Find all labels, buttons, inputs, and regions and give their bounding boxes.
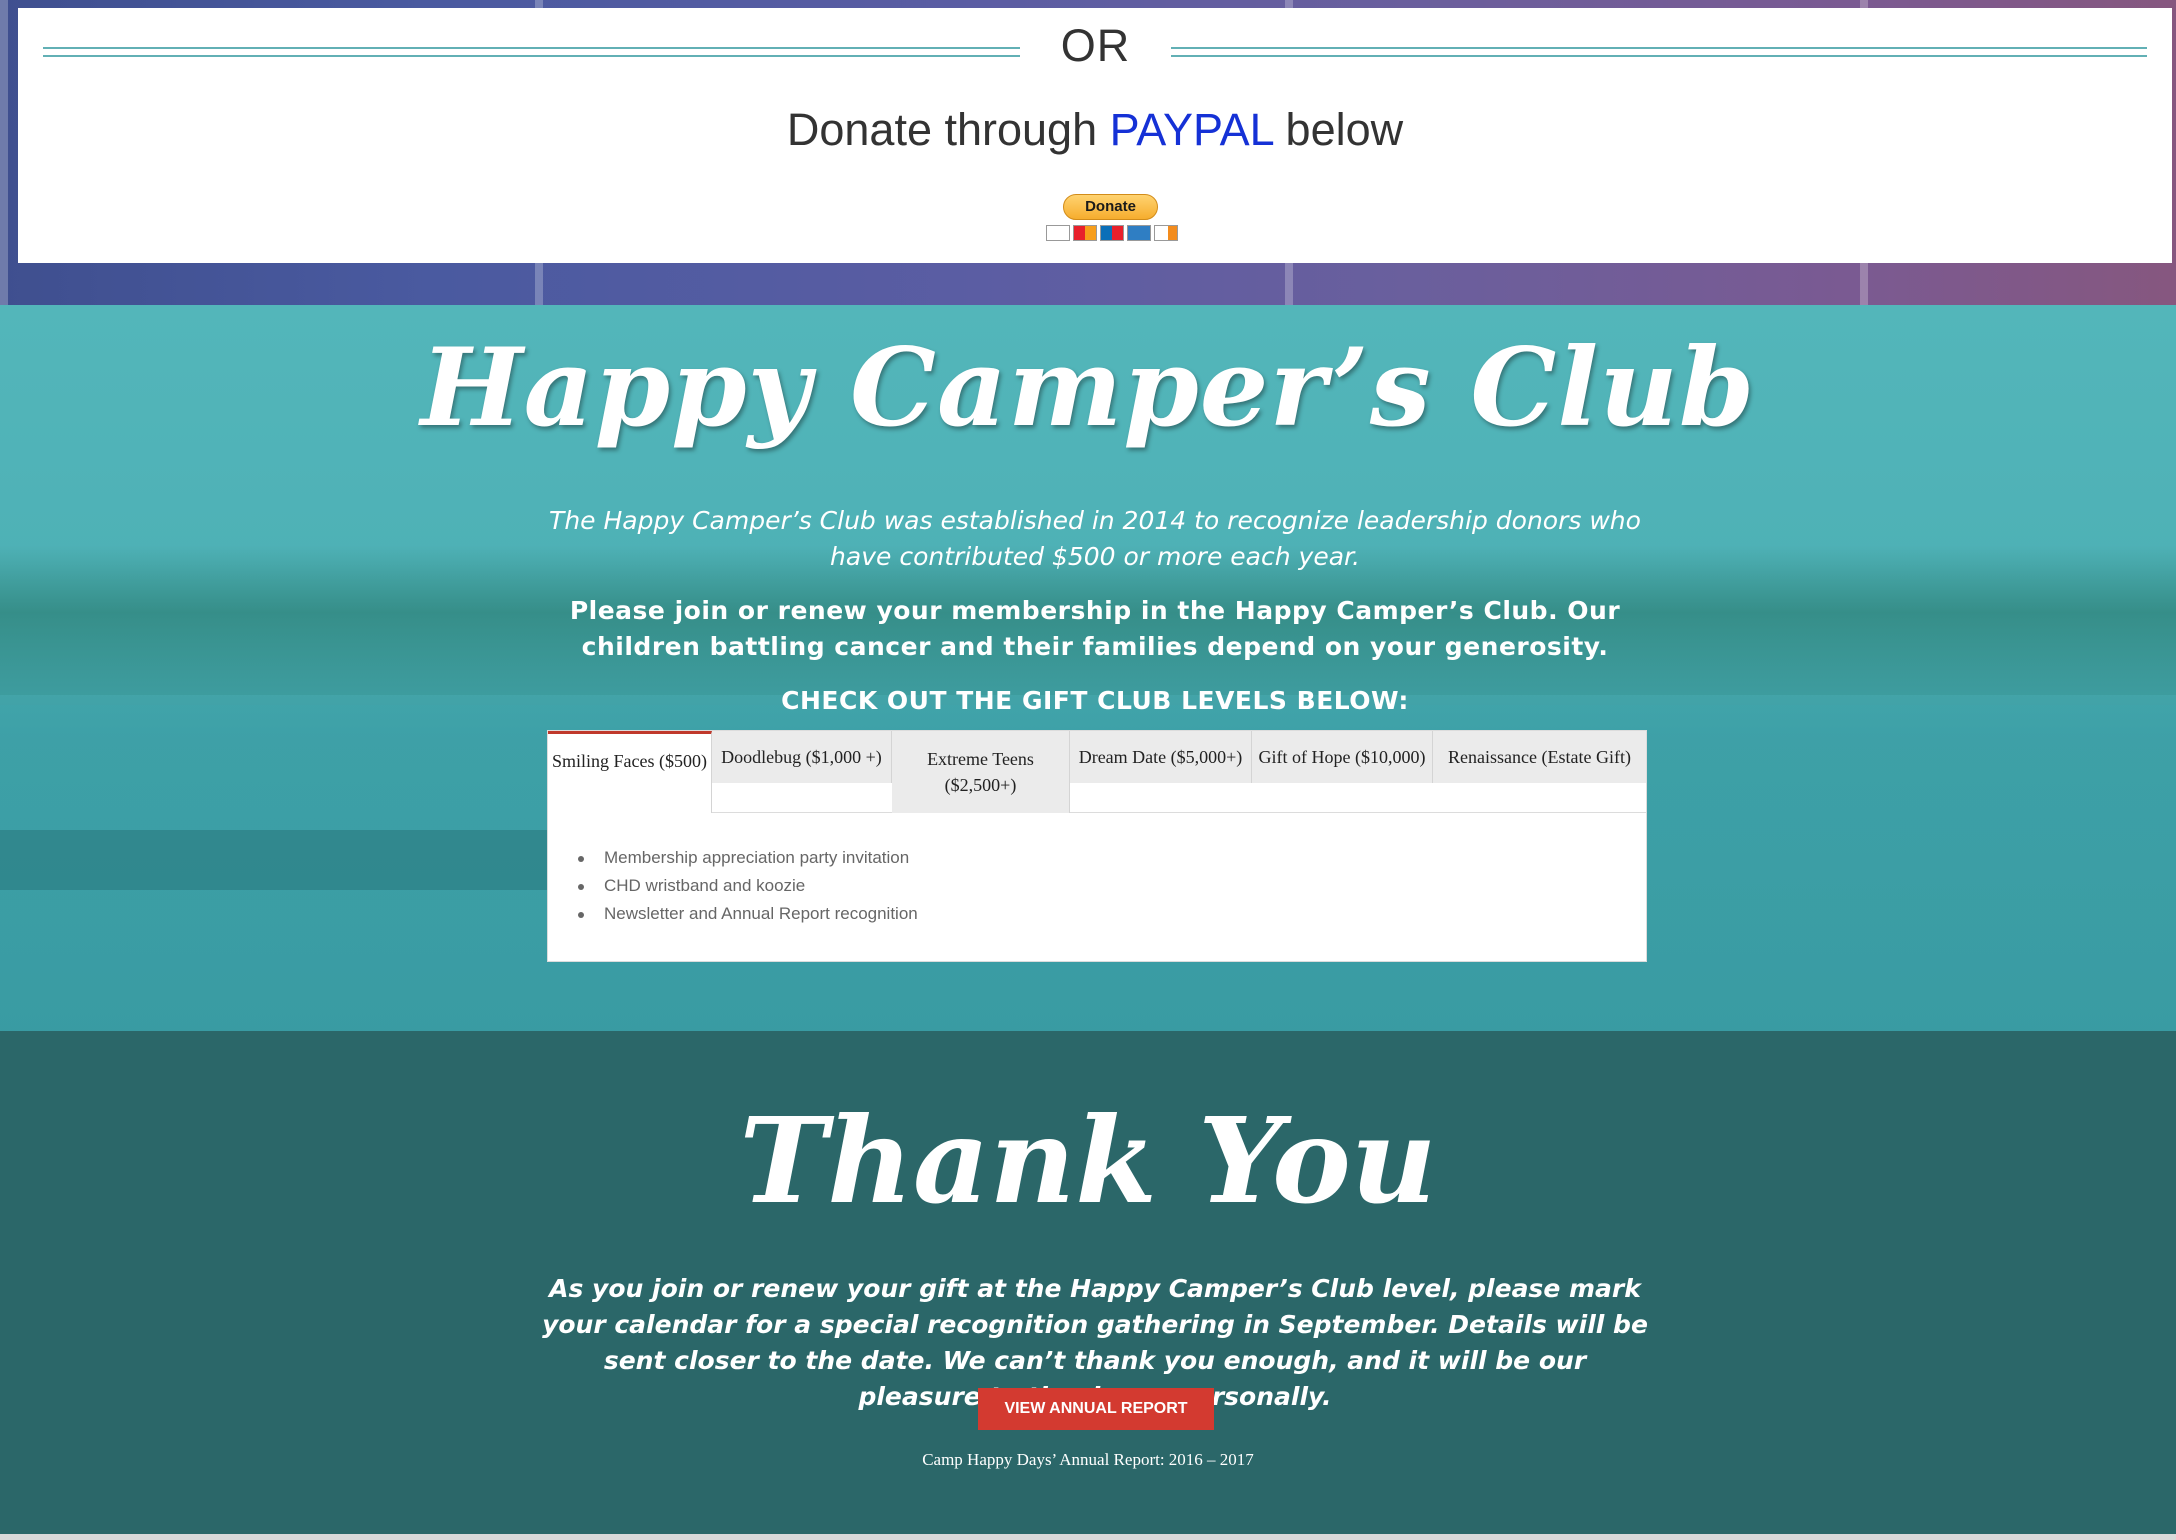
- donate-heading-prefix: Donate through: [786, 104, 1098, 155]
- page-bottom-border: [0, 1534, 2176, 1540]
- divider-line-right: [1171, 47, 2147, 57]
- benefit-item: Newsletter and Annual Report recognition: [578, 900, 918, 928]
- tab-renaissance[interactable]: Renaissance (Estate Gift): [1433, 731, 1646, 783]
- club-join-text: Please join or renew your membership in …: [569, 596, 1621, 661]
- club-title: Happy Camper’s Club: [420, 325, 1756, 451]
- amex-icon: [1127, 225, 1151, 241]
- photo-detail: [0, 0, 8, 305]
- gift-levels-tabs: Smiling Faces ($500) Doodlebug ($1,000 +…: [547, 730, 1647, 962]
- tab-panel-benefits: Membership appreciation party invitation…: [578, 844, 918, 928]
- view-annual-report-button[interactable]: VIEW ANNUAL REPORT: [978, 1388, 1214, 1430]
- discover-icon: [1154, 225, 1178, 241]
- tab-smiling-faces[interactable]: Smiling Faces ($500): [548, 731, 712, 813]
- paypal-word: PAYPAL: [1109, 104, 1274, 155]
- paypal-donate-button[interactable]: Donate: [1046, 194, 1182, 248]
- tab-gift-of-hope[interactable]: Gift of Hope ($10,000): [1252, 731, 1433, 783]
- benefit-item: CHD wristband and koozie: [578, 872, 918, 900]
- payment-card-logos: [1046, 225, 1182, 241]
- thank-you-title: Thank You: [739, 1091, 1437, 1230]
- visa-icon: [1046, 225, 1070, 241]
- mastercard-icon: [1073, 225, 1097, 241]
- benefit-item: Membership appreciation party invitation: [578, 844, 918, 872]
- or-divider-text: OR: [1060, 20, 1131, 71]
- background-dock: [0, 830, 560, 890]
- club-intro-text: The Happy Camper’s Club was established …: [549, 506, 1641, 571]
- paypal-donate-label[interactable]: Donate: [1063, 194, 1158, 220]
- maestro-icon: [1100, 225, 1124, 241]
- happy-campers-club-section: Happy Camper’s Club The Happy Camper’s C…: [0, 305, 2176, 1031]
- donate-heading: Donate through PAYPAL below: [18, 104, 2172, 156]
- annual-report-caption: Camp Happy Days’ Annual Report: 2016 – 2…: [922, 1450, 1254, 1469]
- tab-doodlebug[interactable]: Doodlebug ($1,000 +): [712, 731, 892, 783]
- tab-list: Smiling Faces ($500) Doodlebug ($1,000 +…: [548, 731, 1646, 813]
- thank-you-section: Thank You As you join or renew your gift…: [0, 1031, 2176, 1540]
- gift-levels-heading: CHECK OUT THE GIFT CLUB LEVELS BELOW:: [781, 686, 1409, 715]
- tab-extreme-teens[interactable]: Extreme Teens ($2,500+): [892, 731, 1070, 813]
- tab-dream-date[interactable]: Dream Date ($5,000+): [1070, 731, 1252, 783]
- donate-heading-suffix: below: [1285, 104, 1404, 155]
- donate-card: OR Donate through PAYPAL below Donate: [18, 8, 2172, 263]
- divider-line-left: [43, 47, 1020, 57]
